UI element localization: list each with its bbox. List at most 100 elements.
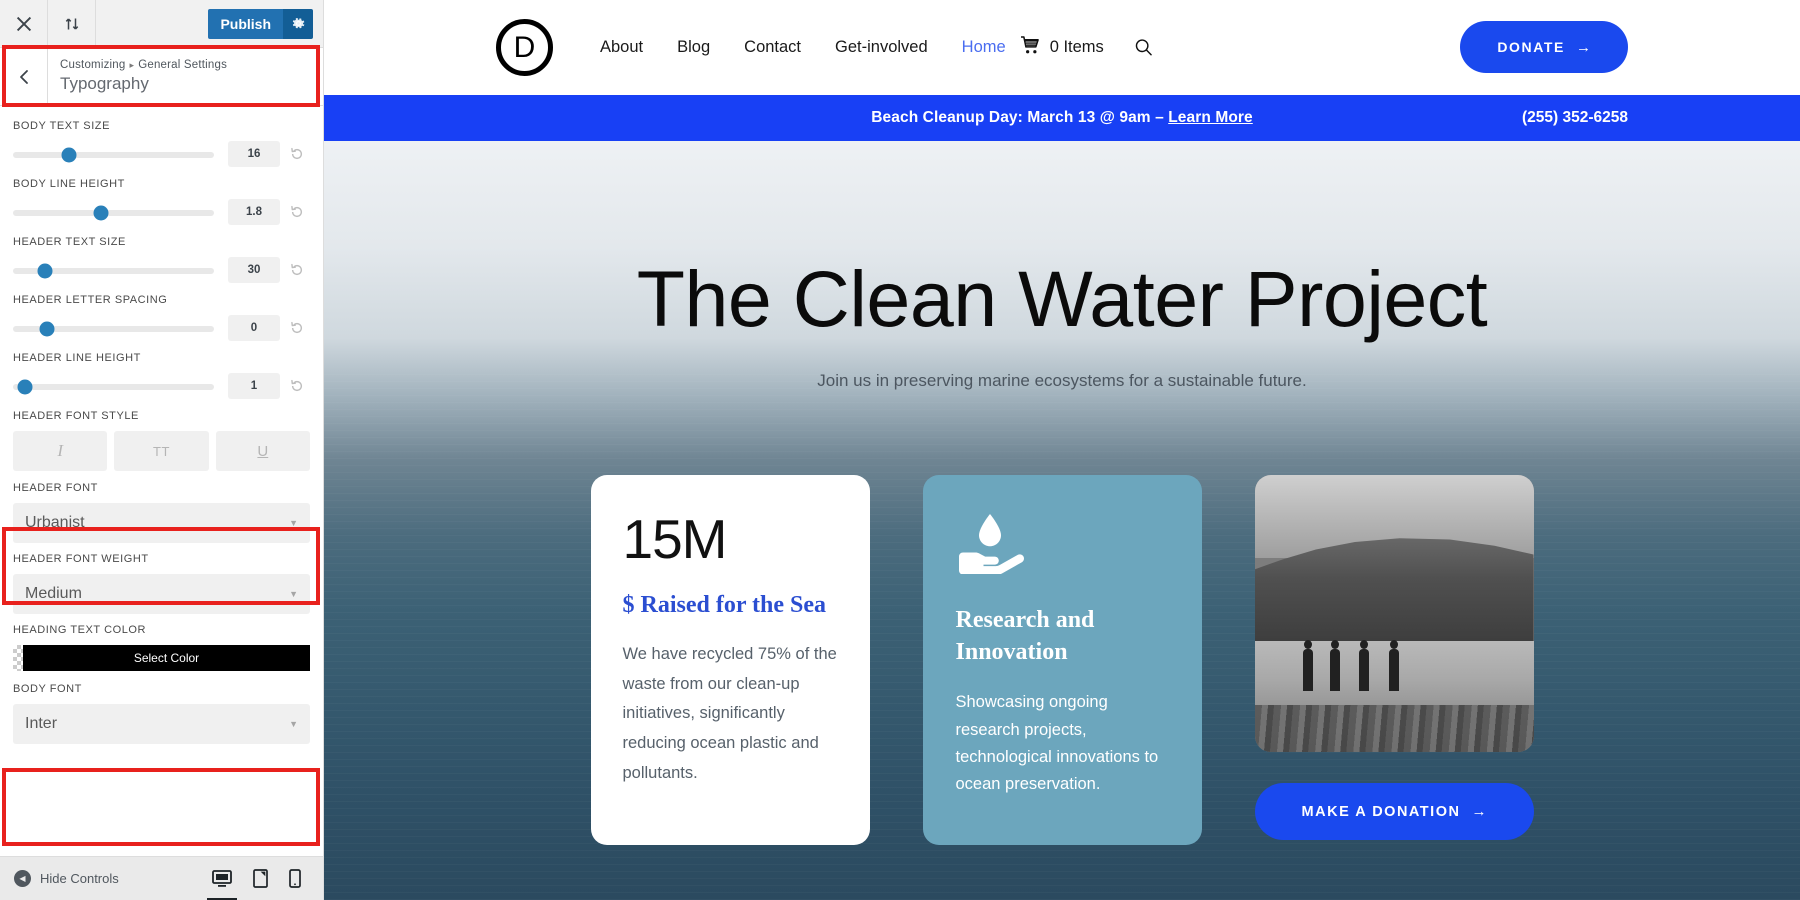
hero-section: The Clean Water Project Join us in prese… — [324, 141, 1800, 900]
slider-thumb[interactable] — [37, 263, 53, 278]
control-header-letter-spacing: Header Letter Spacing 0 — [13, 294, 310, 341]
control-label: Header Line Height — [13, 352, 141, 364]
stat-value: 15M — [622, 508, 728, 570]
hero-subtitle: Join us in preserving marine ecosystems … — [817, 371, 1307, 390]
reset-icon[interactable] — [284, 205, 310, 219]
select-color-button[interactable]: Select Color — [23, 645, 310, 671]
site-logo[interactable]: D — [496, 19, 553, 76]
header-font-select[interactable]: Urbanist ▼ — [13, 503, 310, 543]
body-line-height-value[interactable]: 1.8 — [228, 199, 280, 225]
underline-button[interactable]: U — [215, 431, 310, 471]
search-icon[interactable] — [1134, 38, 1153, 57]
mobile-preview-button[interactable] — [289, 869, 301, 888]
slider-row: 1 — [13, 373, 310, 399]
font-style-buttons: I TT U — [13, 431, 310, 471]
desktop-preview-button[interactable] — [212, 869, 232, 888]
nav-link-blog[interactable]: Blog — [677, 38, 710, 57]
body-text-size-value[interactable]: 16 — [228, 141, 280, 167]
header-font-weight-value: Medium — [25, 585, 82, 602]
nav-link-get-involved[interactable]: Get-involved — [835, 38, 928, 57]
photo-card: MAKE A DONATION → — [1254, 475, 1534, 845]
control-label: Body Font — [13, 683, 82, 695]
slider-row: 1.8 — [13, 199, 310, 225]
hand-holding-water-drop-icon — [956, 512, 1169, 579]
control-label: Header Font — [13, 482, 98, 494]
slider-row: 30 — [13, 257, 310, 283]
hide-controls-label: Hide Controls — [40, 871, 119, 886]
cards-row: 15M $ Raised for the Sea We have recycle… — [324, 475, 1800, 845]
control-header-font-style: Header Font Style I TT U — [13, 410, 310, 471]
control-label: Heading Text Color — [13, 624, 146, 636]
announcement-bar: Beach Cleanup Day: March 13 @ 9am – Lear… — [324, 95, 1800, 141]
close-icon[interactable] — [0, 0, 48, 47]
photo-figure — [1302, 640, 1313, 692]
slider-thumb[interactable] — [39, 321, 55, 336]
photo-figure — [1358, 640, 1369, 692]
photo-rocks — [1254, 704, 1534, 752]
control-body-line-height: Body Line Height 1.8 — [13, 178, 310, 225]
stat-card-body: We have recycled 75% of the waste from o… — [622, 645, 837, 782]
body-line-height-slider[interactable] — [13, 205, 214, 220]
learn-more-link[interactable]: Learn More — [1168, 109, 1253, 126]
photo-figure — [1329, 640, 1340, 692]
reset-icon[interactable] — [284, 379, 310, 393]
nav-link-home[interactable]: Home — [962, 38, 1006, 57]
slider-thumb[interactable] — [17, 379, 33, 394]
customizer-topbar: Publish — [0, 0, 323, 48]
beach-photo — [1254, 475, 1534, 752]
header-font-weight-select[interactable]: Medium ▼ — [13, 574, 310, 614]
slider-thumb[interactable] — [93, 205, 109, 220]
italic-button[interactable]: I — [13, 431, 108, 471]
panel-header: Customizing ▸ General Settings Typography — [0, 48, 323, 106]
feature-card: Research and Innovation Showcasing ongoi… — [922, 475, 1202, 845]
gear-icon[interactable] — [283, 8, 313, 39]
header-font-value: Urbanist — [25, 514, 85, 531]
control-label: Header Text Size — [13, 236, 126, 248]
control-label: Header Letter Spacing — [13, 294, 168, 306]
nav-link-contact[interactable]: Contact — [744, 38, 801, 57]
tablet-preview-button[interactable] — [253, 869, 268, 888]
header-letter-spacing-slider[interactable] — [13, 321, 214, 336]
hide-controls-button[interactable]: ◀ Hide Controls — [14, 870, 119, 887]
header-line-height-value[interactable]: 1 — [228, 373, 280, 399]
slider-thumb[interactable] — [61, 147, 77, 162]
control-header-line-height: Header Line Height 1 — [13, 352, 310, 399]
chevron-down-icon: ▼ — [289, 589, 298, 599]
controls-list: Body Text Size 16 Body Line Height — [0, 106, 323, 856]
header-text-size-slider[interactable] — [13, 263, 214, 278]
header-line-height-slider[interactable] — [13, 379, 214, 394]
header-text-size-value[interactable]: 30 — [228, 257, 280, 283]
arrow-right-icon: → — [1576, 38, 1591, 56]
body-font-value: Inter — [25, 715, 58, 732]
reset-icon[interactable] — [284, 147, 310, 161]
cart-item-count: 0 Items — [1049, 38, 1104, 56]
hero-title: The Clean Water Project — [636, 254, 1488, 343]
control-body-text-size: Body Text Size 16 — [13, 120, 310, 167]
donate-button[interactable]: DONATE → — [1460, 21, 1628, 73]
control-label: Body Text Size — [13, 120, 110, 132]
make-a-donation-button[interactable]: MAKE A DONATION → — [1254, 783, 1534, 840]
control-header-text-size: Header Text Size 30 — [13, 236, 310, 283]
donate-label: DONATE — [1497, 39, 1565, 55]
breadcrumb-separator-icon: ▸ — [129, 60, 135, 70]
cart-link[interactable]: 0 Items — [1020, 35, 1104, 60]
uppercase-button[interactable]: TT — [114, 431, 209, 471]
collapse-expand-icon[interactable] — [48, 0, 96, 47]
chevron-left-icon[interactable] — [0, 48, 48, 105]
feature-card-title: Research and Innovation — [955, 607, 1095, 665]
announcement-phone[interactable]: (255) 352-6258 — [1522, 109, 1628, 127]
reset-icon[interactable] — [284, 263, 310, 277]
page-title: Typography — [60, 74, 149, 93]
heading-text-color-picker[interactable]: Select Color — [13, 645, 310, 671]
panel-titles: Customizing ▸ General Settings Typography — [48, 58, 227, 95]
header-letter-spacing-value[interactable]: 0 — [228, 315, 280, 341]
nav-link-about[interactable]: About — [600, 38, 643, 57]
reset-icon[interactable] — [284, 321, 310, 335]
control-body-font: Body Font Inter ▼ — [13, 683, 310, 744]
body-text-size-slider[interactable] — [13, 147, 214, 162]
chevron-left-circle-icon: ◀ — [14, 870, 31, 887]
body-font-select[interactable]: Inter ▼ — [13, 704, 310, 744]
customizer-app: Publish Customizing ▸ General Settings Typ… — [0, 0, 1800, 900]
publish-button[interactable]: Publish — [208, 8, 283, 39]
